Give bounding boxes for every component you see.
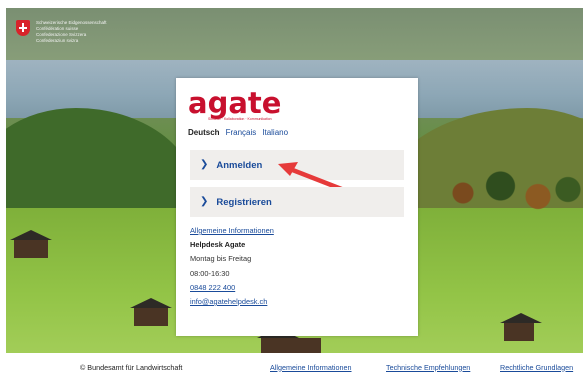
government-name-line: Confederazione Svizzera [36, 32, 87, 37]
register-label: Registrieren [216, 196, 272, 208]
chevron-right-icon: ❯ [200, 196, 209, 207]
login-card: agate Schalter · Kollaboration · Kommuni… [176, 78, 418, 336]
agate-wordmark: agate [188, 86, 282, 120]
agate-logo: agate Schalter · Kollaboration · Kommuni… [188, 88, 281, 121]
general-info-link[interactable]: Allgemeine Informationen [190, 226, 274, 235]
government-logo: Schweizerische Eidgenossenschaft Confédé… [16, 20, 107, 43]
helpdesk-phone-link[interactable]: 0848 222 400 [190, 283, 274, 292]
language-switcher: Deutsch Français Italiano [188, 128, 288, 137]
chevron-right-icon: ❯ [200, 159, 209, 170]
login-label: Anmelden [216, 159, 263, 171]
helpdesk-days: Montag bis Freitag [190, 254, 252, 264]
farmhouse [10, 230, 52, 258]
agate-tagline: Schalter · Kollaboration · Kommunikation [208, 117, 272, 121]
swiss-cross-icon [16, 20, 30, 36]
page-footer: © Bundesamt für Landwirtschaft Allgemein… [0, 355, 583, 379]
autumn-trees [433, 158, 583, 228]
lang-deutsch[interactable]: Deutsch [188, 128, 220, 137]
lang-italiano[interactable]: Italiano [262, 128, 288, 137]
helpdesk-email-link[interactable]: info@agatehelpdesk.ch [190, 297, 274, 306]
register-button[interactable]: ❯ Registrieren [190, 187, 404, 217]
government-name-line: Schweizerische Eidgenossenschaft [36, 20, 107, 25]
farmhouse [257, 328, 321, 353]
footer-link-legal-basis[interactable]: Rechtliche Grundlagen [500, 363, 573, 372]
government-name-line: Confédération suisse [36, 26, 79, 31]
helpdesk-info: Allgemeine Informationen Helpdesk Agate … [190, 226, 274, 311]
farmhouse [500, 313, 542, 341]
footer-link-general-info[interactable]: Allgemeine Informationen [270, 363, 352, 372]
copyright-text: © Bundesamt für Landwirtschaft [80, 362, 183, 372]
helpdesk-title: Helpdesk Agate [190, 240, 246, 250]
lang-francais[interactable]: Français [226, 128, 257, 137]
helpdesk-hours: 08:00-16:30 [190, 268, 230, 278]
government-name: Schweizerische Eidgenossenschaft Confédé… [36, 20, 107, 43]
farmhouse [130, 298, 172, 326]
government-name-line: Confederaziun svizra [36, 38, 79, 43]
footer-link-technical-recommendations[interactable]: Technische Empfehlungen [386, 363, 470, 372]
